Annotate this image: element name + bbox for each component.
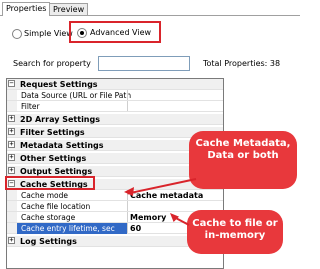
row-gutter (7, 223, 17, 233)
property-value[interactable]: 60 (130, 223, 141, 234)
property-name: Cache storage (21, 213, 76, 222)
callout-metadata-arrowhead (124, 187, 134, 196)
simple-view-label: Simple View (24, 29, 73, 38)
column-separator (127, 101, 128, 111)
category-row-request-settings[interactable]: − Request Settings (7, 79, 223, 90)
category-label: Other Settings (20, 154, 87, 163)
row-gutter (7, 201, 17, 211)
advanced-view-radio[interactable] (77, 28, 87, 38)
search-property-input[interactable] (98, 56, 190, 71)
property-row-filter[interactable]: Filter (7, 101, 223, 112)
expand-icon[interactable]: + (8, 167, 15, 174)
category-label: Filter Settings (20, 128, 85, 137)
simple-view-radio[interactable] (12, 29, 22, 39)
property-row-data-source[interactable]: Data Source (URL or File Path (7, 90, 223, 101)
tab-properties-label: Properties (6, 4, 47, 13)
property-name: Filter (21, 102, 40, 111)
expand-icon[interactable]: + (8, 128, 15, 135)
property-name: Cache file location (21, 202, 91, 211)
expand-icon[interactable]: + (8, 115, 15, 122)
category-label: Metadata Settings (20, 141, 104, 150)
category-row-2d-array-settings[interactable]: + 2D Array Settings (7, 114, 223, 125)
tab-preview-label: Preview (53, 5, 85, 14)
tab-properties[interactable]: Properties (2, 2, 51, 16)
column-separator (127, 223, 128, 233)
property-name: Cache mode (21, 191, 68, 200)
property-name: Cache entry lifetime, sec (17, 223, 127, 234)
callout-cache-storage: Cache to file or in-memory (187, 210, 283, 254)
category-label: Request Settings (20, 80, 98, 89)
collapse-icon[interactable]: − (8, 80, 15, 87)
row-gutter (7, 212, 17, 222)
column-separator (127, 201, 128, 211)
row-gutter (7, 190, 17, 200)
expand-icon[interactable]: + (8, 154, 15, 161)
category-label: Log Settings (20, 237, 77, 246)
row-gutter (7, 90, 17, 100)
expand-icon[interactable]: + (8, 237, 15, 244)
column-separator (127, 90, 128, 100)
callout-cache-storage-text: Cache to file or in-memory (192, 218, 278, 241)
cache-settings-highlight (5, 176, 95, 190)
callout-cache-metadata: Cache Metadata, Data or both (189, 131, 297, 189)
search-label: Search for property (13, 59, 91, 68)
column-separator (127, 212, 128, 222)
advanced-view-label: Advanced View (90, 28, 152, 37)
property-row-cache-mode[interactable]: Cache mode Cache metadata (7, 190, 223, 201)
property-row-cache-file-location[interactable]: Cache file location (7, 201, 223, 212)
callout-storage-arrowhead (170, 213, 179, 222)
expand-icon[interactable]: + (8, 141, 15, 148)
row-gutter (7, 101, 17, 111)
total-properties-count: Total Properties: 38 (203, 59, 281, 68)
property-value[interactable]: Memory (130, 212, 166, 223)
property-name: Data Source (URL or File Path (21, 91, 132, 100)
callout-cache-metadata-text: Cache Metadata, Data or both (195, 138, 291, 161)
category-label: 2D Array Settings (20, 115, 100, 124)
